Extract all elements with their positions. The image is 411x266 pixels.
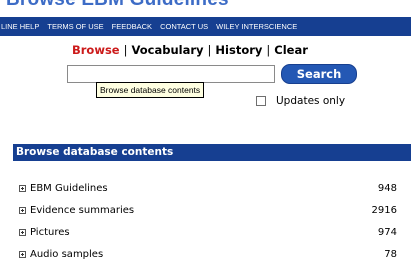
browse-link[interactable]: Browse bbox=[72, 43, 120, 57]
expand-plus-icon[interactable] bbox=[19, 228, 26, 236]
search-input[interactable] bbox=[67, 65, 275, 83]
vocabulary-link[interactable]: Vocabulary bbox=[131, 43, 203, 57]
nav-link-feedback[interactable]: FEEDBACK bbox=[112, 22, 152, 31]
list-item-audio-samples[interactable]: Audio samples 78 bbox=[19, 247, 397, 261]
separator: | bbox=[207, 43, 212, 57]
list-item-pictures[interactable]: Pictures 974 bbox=[19, 225, 397, 239]
list-item-count: 2916 bbox=[371, 204, 397, 216]
list-item-label[interactable]: Evidence summaries bbox=[30, 205, 134, 216]
updates-only-checkbox[interactable] bbox=[256, 96, 266, 106]
list-item-count: 948 bbox=[377, 182, 397, 194]
expand-plus-icon[interactable] bbox=[19, 184, 26, 192]
search-button[interactable]: Search bbox=[281, 64, 357, 84]
list-item-evidence-summaries[interactable]: Evidence summaries 2916 bbox=[19, 203, 397, 217]
page-title: Browse EBM Guidelines bbox=[6, 0, 229, 11]
nav-link-contact-us[interactable]: CONTACT US bbox=[160, 22, 208, 31]
expand-plus-icon[interactable] bbox=[19, 250, 26, 258]
expand-plus-icon[interactable] bbox=[19, 206, 26, 214]
nav-link-terms-of-use[interactable]: TERMS OF USE bbox=[47, 22, 103, 31]
separator: | bbox=[123, 43, 128, 57]
history-link[interactable]: History bbox=[215, 43, 262, 57]
list-item-label[interactable]: Audio samples bbox=[30, 249, 103, 260]
top-navigation-bar: LINE HELP TERMS OF USE FEEDBACK CONTACT … bbox=[0, 17, 411, 36]
updates-only-label[interactable]: Updates only bbox=[276, 95, 345, 107]
browse-section-header: Browse database contents bbox=[13, 144, 411, 161]
nav-link-online-help[interactable]: LINE HELP bbox=[1, 22, 39, 31]
list-item-count: 974 bbox=[377, 226, 397, 238]
browse-tooltip: Browse database contents bbox=[96, 82, 205, 98]
nav-link-wiley-interscience[interactable]: WILEY INTERSCIENCE bbox=[216, 22, 297, 31]
list-item-label[interactable]: EBM Guidelines bbox=[30, 183, 108, 194]
action-links: Browse | Vocabulary | History | Clear bbox=[72, 43, 308, 57]
clear-link[interactable]: Clear bbox=[274, 43, 308, 57]
separator: | bbox=[266, 43, 271, 57]
list-item-count: 78 bbox=[384, 248, 397, 260]
list-item-label[interactable]: Pictures bbox=[30, 227, 70, 238]
list-item-ebm-guidelines[interactable]: EBM Guidelines 948 bbox=[19, 181, 397, 195]
